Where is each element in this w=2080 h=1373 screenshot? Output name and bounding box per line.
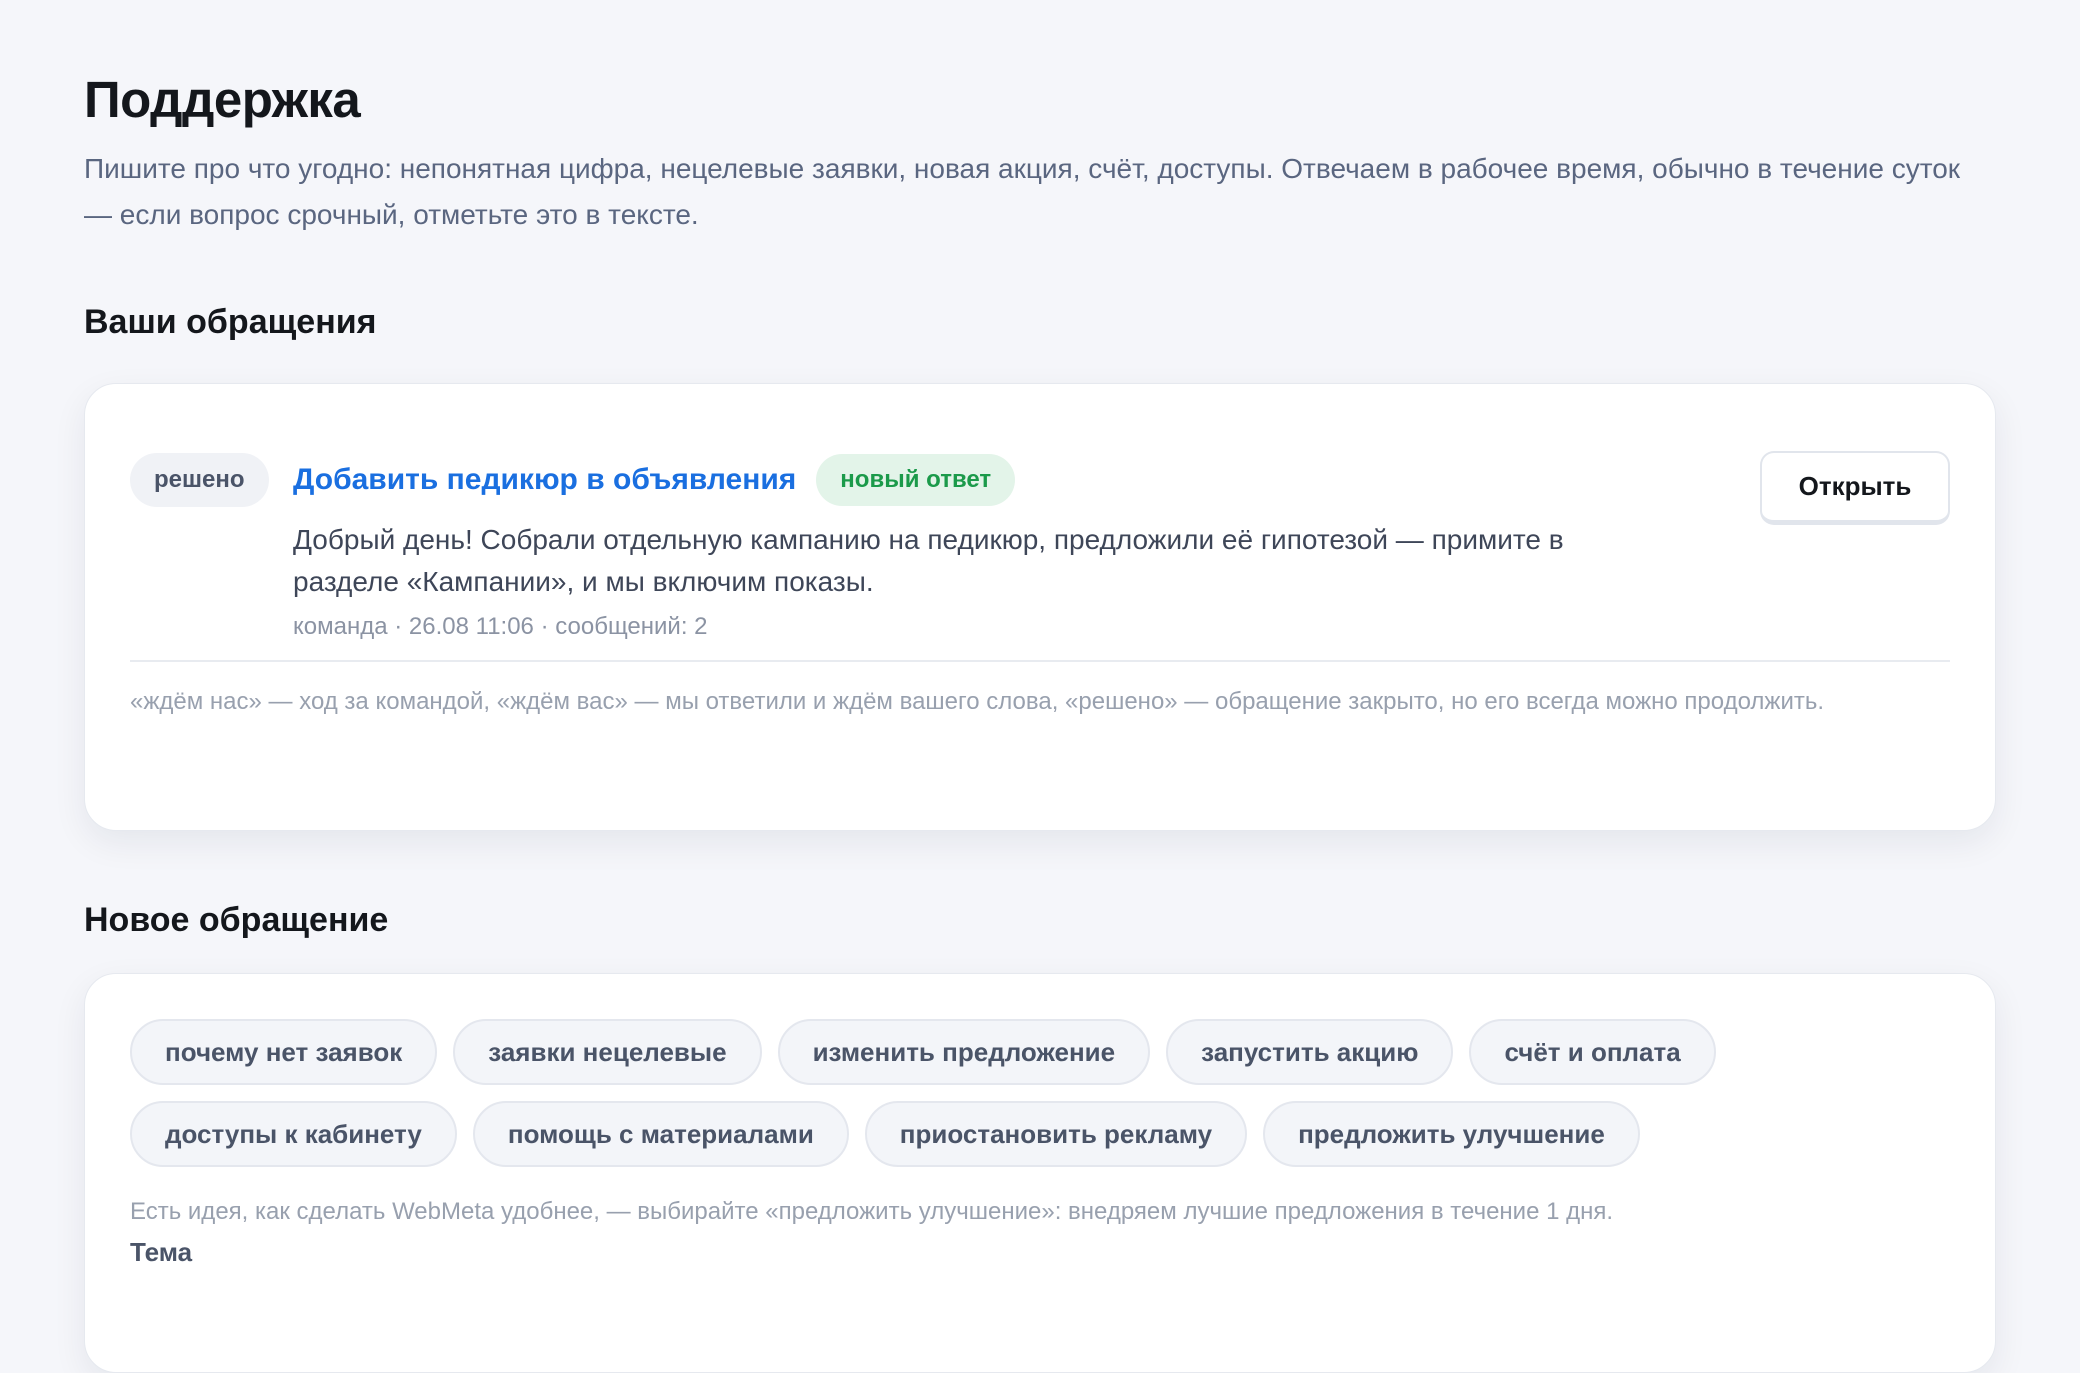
topic-chip-irrelevant-leads[interactable]: заявки нецелевые xyxy=(453,1019,762,1085)
topic-chip-change-offer[interactable]: изменить предложение xyxy=(777,1019,1151,1085)
new-reply-badge: новый ответ xyxy=(816,454,1016,506)
tickets-heading: Ваши обращения xyxy=(84,303,377,341)
suggestion-hint: Есть идея, как сделать WebMeta удобнее, … xyxy=(130,1198,1614,1225)
open-ticket-button[interactable]: Открыть xyxy=(1760,451,1950,525)
topic-chip-cabinet-access[interactable]: доступы к кабинету xyxy=(130,1101,457,1167)
ticket-title-link[interactable]: Добавить педикюр в объявления xyxy=(293,453,796,507)
topic-chip-materials-help[interactable]: помощь с материалами xyxy=(472,1101,849,1167)
divider xyxy=(130,660,1950,662)
topic-chip-pause-ads[interactable]: приостановить рекламу xyxy=(864,1101,1248,1167)
topic-chip-row: почему нет заявок заявки нецелевые измен… xyxy=(130,1019,1950,1085)
support-page: Поддержка Пишите про что угодно: непонят… xyxy=(0,0,2080,342)
ticket-meta: команда · 26.08 11:06 · сообщений: 2 xyxy=(293,613,708,640)
tickets-card: решено Добавить педикюр в объявления нов… xyxy=(84,383,1996,831)
ticket-preview-text: Добрый день! Собрали отдельную кампанию … xyxy=(293,524,1564,597)
page-title: Поддержка xyxy=(84,71,361,128)
status-badge: решено xyxy=(130,453,269,507)
new-ticket-card: почему нет заявок заявки нецелевые измен… xyxy=(84,973,1996,1373)
ticket-body: Добавить педикюр в объявления новый отве… xyxy=(293,453,1693,643)
topic-chip-suggest-improvement[interactable]: предложить улучшение xyxy=(1263,1101,1640,1167)
topic-chip-no-leads[interactable]: почему нет заявок xyxy=(130,1019,438,1085)
status-legend: «ждём нас» — ход за командой, «ждём вас»… xyxy=(130,688,1825,715)
new-ticket-heading: Новое обращение xyxy=(84,901,389,939)
topic-chip-launch-promo[interactable]: запустить акцию xyxy=(1166,1019,1454,1085)
topic-chips: почему нет заявок заявки нецелевые измен… xyxy=(130,1019,1950,1183)
ticket-title-row: Добавить педикюр в объявления новый отве… xyxy=(293,453,1693,507)
topic-chip-billing[interactable]: счёт и оплата xyxy=(1469,1019,1716,1085)
page-description: Пишите про что угодно: непонятная цифра,… xyxy=(84,153,1961,230)
topic-chip-row: доступы к кабинету помощь с материалами … xyxy=(130,1101,1950,1167)
subject-label: Тема xyxy=(130,1237,193,1267)
